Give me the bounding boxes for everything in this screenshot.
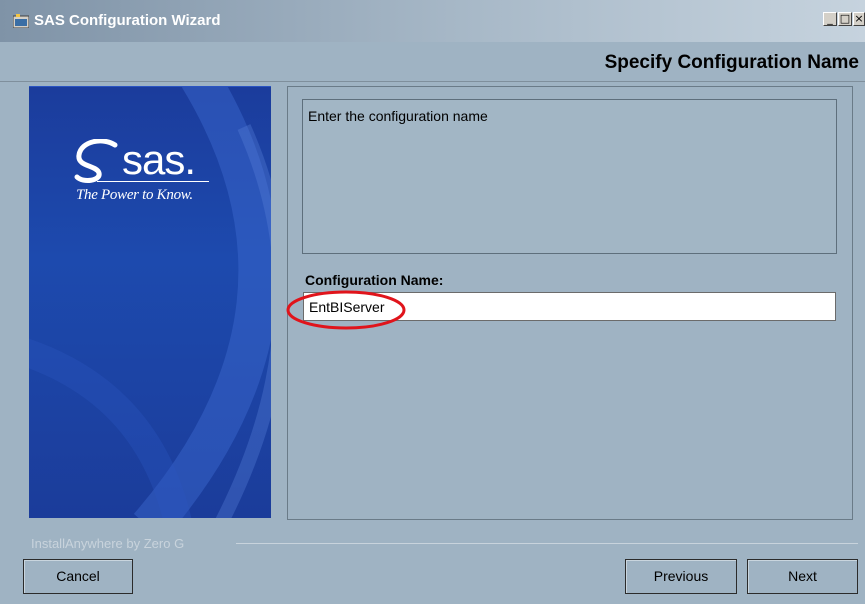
installer-brand: InstallAnywhere by Zero G xyxy=(31,536,185,551)
next-button[interactable]: Next xyxy=(747,559,858,594)
title-bar[interactable]: SAS Configuration Wizard _ □ × xyxy=(0,0,865,42)
sas-logo-text: sas. xyxy=(122,136,196,183)
close-icon[interactable]: × xyxy=(853,12,865,26)
configuration-name-input[interactable] xyxy=(303,292,836,321)
header-divider xyxy=(0,81,865,82)
configuration-name-label: Configuration Name: xyxy=(305,272,444,288)
app-icon xyxy=(13,14,29,28)
page-title: Specify Configuration Name xyxy=(604,52,859,73)
logo-underline xyxy=(97,181,209,182)
sas-logo-icon xyxy=(74,139,118,183)
window-title: SAS Configuration Wizard xyxy=(34,12,221,29)
sas-brand-panel: sas. The Power to Know. xyxy=(29,86,271,518)
tagline: The Power to Know. xyxy=(76,187,193,203)
cancel-button[interactable]: Cancel xyxy=(23,559,133,594)
previous-button[interactable]: Previous xyxy=(625,559,737,594)
footer-divider xyxy=(236,543,858,544)
wizard-window: SAS Configuration Wizard _ □ × Specify C… xyxy=(0,0,865,604)
minimize-icon[interactable]: _ xyxy=(823,12,837,26)
instruction-text: Enter the configuration name xyxy=(308,108,488,124)
maximize-icon[interactable]: □ xyxy=(838,12,852,26)
